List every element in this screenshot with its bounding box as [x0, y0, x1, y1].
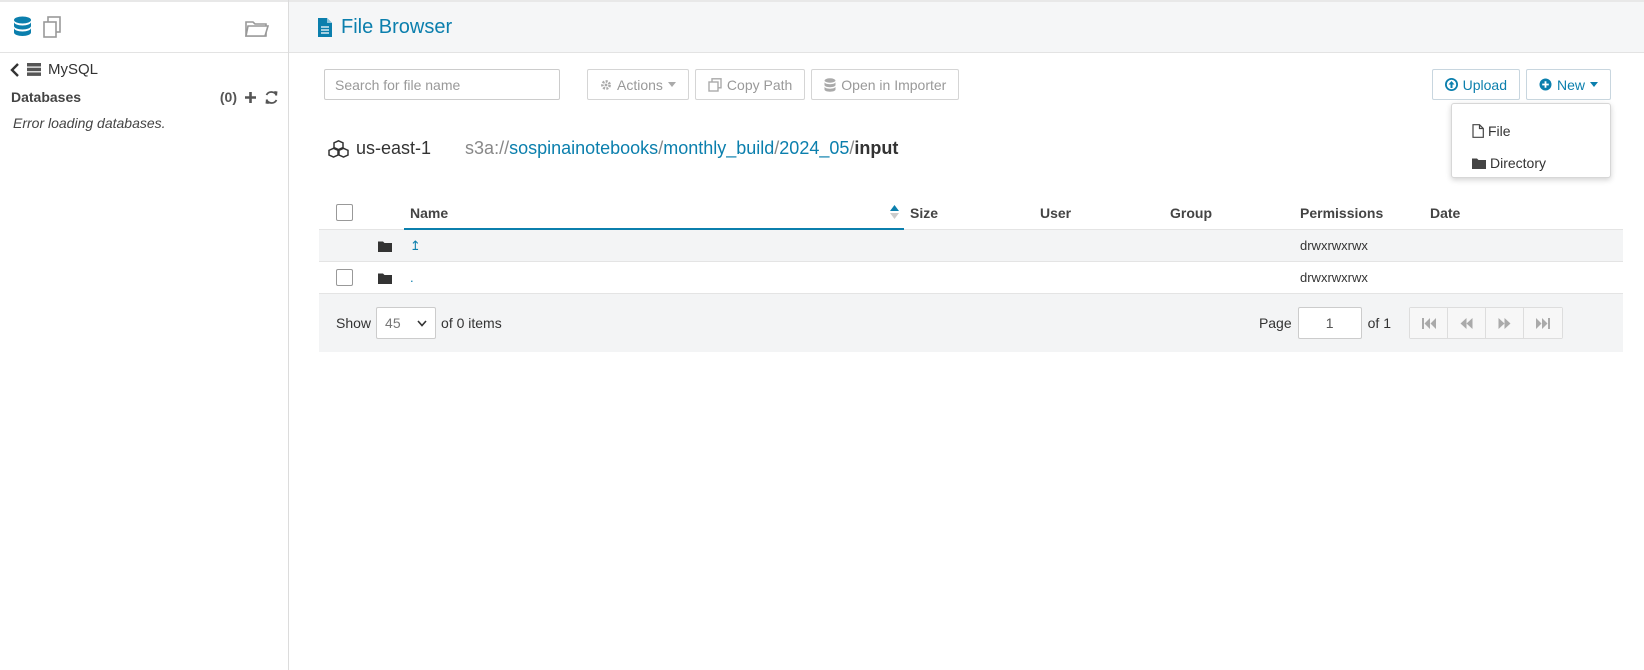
folder-icon [1472, 157, 1486, 169]
page-number-input[interactable]: 1 [1297, 307, 1362, 339]
permissions-cell: drwxrwxrwx [1300, 238, 1368, 253]
add-icon[interactable] [244, 91, 257, 104]
file-icon [317, 17, 333, 37]
page-header: File Browser [289, 0, 1644, 53]
new-button[interactable]: New [1525, 69, 1611, 100]
plus-circle-icon [1539, 78, 1552, 91]
row-checkbox[interactable] [336, 269, 353, 286]
menu-item-label: File [1488, 123, 1511, 139]
table-header: Name Size User Group Permissions Date [319, 196, 1623, 230]
backward-icon [1460, 317, 1473, 329]
open-folder-icon[interactable] [245, 18, 269, 38]
database-icon [824, 77, 836, 92]
file-browser-main: File Browser Actions Copy Path Open in I… [289, 0, 1644, 670]
page-size-select[interactable]: 45 [376, 307, 437, 339]
caret-down-icon [667, 82, 676, 87]
page-label: Page [1258, 315, 1292, 331]
search-input[interactable] [324, 69, 560, 100]
path-segment[interactable]: monthly_build [663, 138, 774, 158]
menu-item-label: Directory [1490, 155, 1547, 171]
breadcrumb[interactable]: MySQL [10, 61, 98, 78]
path-current: input [854, 138, 899, 158]
new-label: New [1556, 76, 1585, 93]
table-row-current[interactable]: . drwxrwxrwx [319, 262, 1623, 294]
connection-name[interactable]: MySQL [48, 61, 98, 78]
parent-directory-link[interactable]: ↥ [402, 238, 902, 254]
refresh-icon[interactable] [264, 90, 279, 105]
previous-page-button[interactable] [1448, 308, 1486, 338]
copy-path-button[interactable]: Copy Path [694, 69, 806, 100]
cubes-icon [328, 139, 349, 158]
databases-error: Error loading databases. [13, 115, 166, 131]
toolbar: Actions Copy Path Open in Importer [324, 69, 960, 100]
page-title: File Browser [341, 15, 453, 38]
file-table: Name Size User Group Permissions Date ↥ … [319, 196, 1623, 294]
copy-path-label: Copy Path [726, 76, 793, 93]
assist-panel-tabs [0, 0, 288, 53]
path-segment[interactable]: 2024_05 [779, 138, 849, 158]
chevron-left-icon[interactable] [10, 62, 20, 77]
permissions-cell: drwxrwxrwx [1300, 270, 1368, 285]
column-size[interactable]: Size [902, 205, 1032, 221]
sorted-column-indicator [404, 228, 904, 230]
column-user[interactable]: User [1032, 205, 1162, 221]
right-actions: Upload New [1431, 69, 1611, 100]
table-row-parent[interactable]: ↥ drwxrwxrwx [319, 230, 1623, 262]
page-size-value: 45 [385, 315, 401, 331]
documents-icon[interactable] [42, 16, 63, 38]
actions-button[interactable]: Actions [587, 69, 689, 100]
region-name: us-east-1 [356, 138, 432, 158]
region-selector[interactable]: us-east-1 [328, 138, 431, 159]
path-segment[interactable]: sospinainotebooks [509, 138, 658, 158]
select-all-checkbox[interactable] [336, 204, 353, 221]
column-name[interactable]: Name [402, 204, 902, 221]
items-count: of 0 items [441, 315, 502, 331]
sort-ascending-icon [890, 204, 899, 221]
last-page-button[interactable] [1524, 308, 1562, 338]
path-breadcrumb: us-east-1 s3a://sospinainotebooks/monthl… [328, 138, 898, 159]
upload-button[interactable]: Upload [1431, 69, 1520, 100]
first-page-icon [1421, 317, 1436, 329]
page-count: of 1 [1367, 315, 1391, 331]
databases-count: (0) [219, 89, 237, 105]
menu-item-directory[interactable]: Directory [1452, 147, 1610, 179]
path-text: s3a://sospinainotebooks/monthly_build/20… [465, 138, 899, 158]
column-permissions[interactable]: Permissions [1292, 205, 1422, 221]
column-group[interactable]: Group [1162, 205, 1292, 221]
menu-item-file[interactable]: File [1452, 115, 1610, 147]
path-scheme: s3a:// [465, 138, 510, 158]
open-importer-label: Open in Importer [841, 76, 947, 93]
upload-label: Upload [1462, 76, 1507, 93]
show-label: Show [336, 315, 372, 331]
arrow-circle-up-icon [1444, 78, 1458, 91]
caret-down-icon [1590, 82, 1598, 87]
database-icon[interactable] [13, 16, 32, 38]
column-date[interactable]: Date [1422, 205, 1623, 221]
last-page-icon [1536, 317, 1550, 329]
pagination-bar: Show 45 of 0 items Page 1 of 1 [319, 294, 1623, 352]
chevron-down-icon [417, 319, 427, 327]
pager-nav [1409, 307, 1563, 339]
folder-icon [377, 272, 392, 284]
current-directory-link[interactable]: . [402, 270, 902, 285]
new-dropdown-menu: File Directory [1451, 103, 1611, 178]
actions-label: Actions [617, 76, 663, 93]
gear-icon [600, 79, 612, 91]
left-assist-panel: MySQL Databases (0) Error loading databa… [0, 0, 289, 670]
copy-icon [708, 77, 722, 92]
server-icon [26, 63, 42, 76]
databases-label: Databases [11, 89, 82, 105]
open-in-importer-button[interactable]: Open in Importer [811, 69, 960, 100]
databases-header: Databases (0) [11, 89, 279, 105]
next-page-button[interactable] [1486, 308, 1524, 338]
file-outline-icon [1472, 124, 1484, 138]
first-page-button[interactable] [1410, 308, 1448, 338]
folder-icon [377, 240, 392, 252]
forward-icon [1498, 317, 1511, 329]
